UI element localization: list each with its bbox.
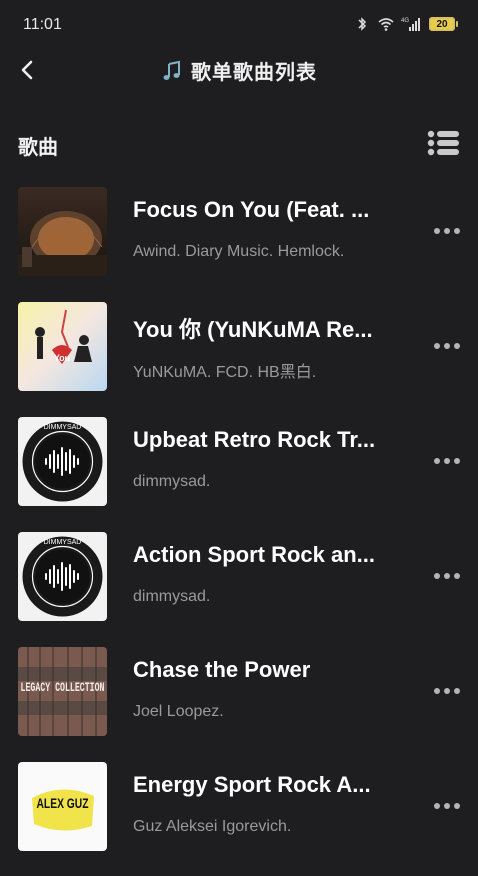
more-dots-icon <box>434 803 440 809</box>
wifi-icon <box>378 18 394 31</box>
cover-text: LEGACY COLLECTION <box>21 680 105 695</box>
song-title: Energy Sport Rock A... <box>133 772 371 797</box>
more-dots-icon <box>434 458 440 464</box>
page-title: 歌单歌曲列表 <box>191 62 317 84</box>
song-row[interactable]: LEGACY COLLECTION Chase the Power Joel L… <box>0 646 478 761</box>
song-title: You 你 (YuNKuMA Re... <box>133 317 373 342</box>
bluetooth-icon <box>358 17 367 31</box>
song-title: Focus On You (Feat. ... <box>133 197 370 222</box>
song-row[interactable]: ALEX GUZ Energy Sport Rock A... Guz Alek… <box>0 761 478 876</box>
battery-level: 20 <box>429 17 455 31</box>
section-title: 歌曲 <box>18 137 58 159</box>
status-icons: 4G 20 <box>353 16 458 32</box>
song-row[interactable]: You You 你 (YuNKuMA Re... YuNKuMA. FCD. H… <box>0 301 478 416</box>
song-list: Focus On You (Feat. ... Awind. Diary Mus… <box>0 186 478 876</box>
song-artist: Guz Aleksei Igorevich. <box>133 818 292 835</box>
album-cover <box>18 187 107 276</box>
cover-text: ALEX GUZ <box>37 795 89 811</box>
song-artist: Joel Loopez. <box>133 703 224 720</box>
status-time: 11:01 <box>23 16 62 33</box>
more-options-button[interactable] <box>428 218 466 244</box>
cover-text: DIMMYSAD <box>44 424 82 431</box>
page-title-group: 歌单歌曲列表 <box>0 56 478 85</box>
network-type-label: 4G <box>401 18 409 24</box>
battery-icon: 20 <box>429 17 458 31</box>
more-dots-icon <box>434 688 440 694</box>
album-cover: LEGACY COLLECTION <box>18 647 107 736</box>
album-cover: DIMMYSAD <box>18 417 107 506</box>
more-options-button[interactable] <box>428 563 466 589</box>
more-options-button[interactable] <box>428 678 466 704</box>
more-dots-icon <box>434 228 440 234</box>
song-title: Upbeat Retro Rock Tr... <box>133 427 376 452</box>
song-artist: dimmysad. <box>133 473 211 490</box>
song-artist: dimmysad. <box>133 588 211 605</box>
song-title: Chase the Power <box>133 657 311 682</box>
song-row[interactable]: Focus On You (Feat. ... Awind. Diary Mus… <box>0 186 478 301</box>
list-view-icon[interactable] <box>426 130 460 156</box>
song-row[interactable]: DIMMYSAD Action Sport Rock an... dimmysa… <box>0 531 478 646</box>
status-bar: 11:01 4G 20 <box>0 0 478 50</box>
cover-text: You <box>54 353 70 363</box>
more-options-button[interactable] <box>428 448 466 474</box>
music-note-icon <box>163 60 180 80</box>
song-title: Action Sport Rock an... <box>133 542 376 567</box>
more-dots-icon <box>434 573 440 579</box>
more-options-button[interactable] <box>428 793 466 819</box>
song-artist: Awind. Diary Music. Hemlock. <box>133 243 345 260</box>
cellular-signal-icon: 4G <box>401 18 420 31</box>
song-artist: YuNKuMA. FCD. HB黑白. <box>133 364 317 381</box>
album-cover: You <box>18 302 107 391</box>
album-cover: DIMMYSAD <box>18 532 107 621</box>
cover-text: DIMMYSAD <box>44 539 82 546</box>
more-dots-icon <box>434 343 440 349</box>
app-header: 歌单歌曲列表 <box>0 48 478 92</box>
more-options-button[interactable] <box>428 333 466 359</box>
album-cover: ALEX GUZ <box>18 762 107 851</box>
song-row[interactable]: DIMMYSAD Upbeat Retro Rock Tr... dimmysa… <box>0 416 478 531</box>
